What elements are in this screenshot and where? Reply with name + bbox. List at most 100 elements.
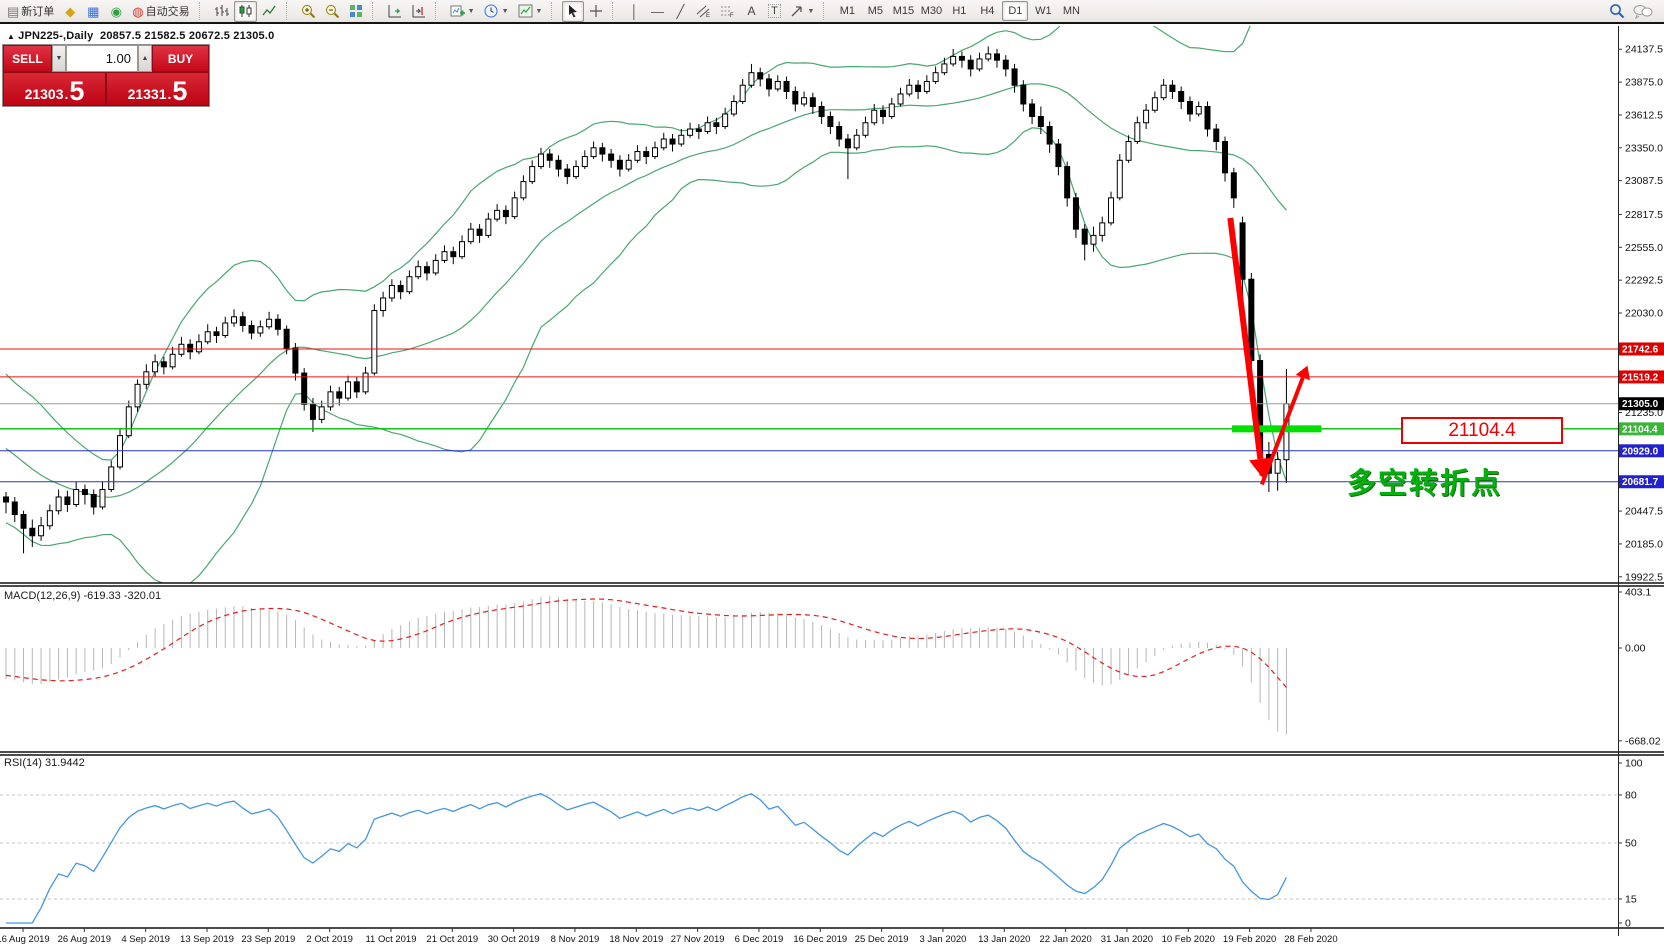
templates-button[interactable]: ▼ xyxy=(514,1,547,22)
gold-diamond-icon: ◆ xyxy=(65,5,75,18)
tile-windows-icon xyxy=(349,4,363,18)
metaquotes-button[interactable]: ◆ xyxy=(59,1,81,22)
arrows-tool-button[interactable]: ▼ xyxy=(786,1,818,22)
horizontal-line-tool-button[interactable]: — xyxy=(646,1,668,22)
crosshair-tool-button[interactable] xyxy=(585,1,607,22)
svg-text:21742.6: 21742.6 xyxy=(1622,344,1659,355)
svg-text:E: E xyxy=(706,13,710,18)
svg-text:3 Jan 2020: 3 Jan 2020 xyxy=(919,934,966,944)
svg-text:30 Oct 2019: 30 Oct 2019 xyxy=(488,934,540,944)
svg-text:28 Feb 2020: 28 Feb 2020 xyxy=(1284,934,1337,944)
zoom-out-button[interactable] xyxy=(321,1,344,22)
svg-text:19 Feb 2020: 19 Feb 2020 xyxy=(1223,934,1276,944)
trendline-tool-button[interactable]: ╱ xyxy=(669,1,691,22)
macd-indicator-label: MACD(12,26,9) -619.33 -320.01 xyxy=(4,590,161,602)
vertical-line-icon: │ xyxy=(630,5,638,18)
svg-text:22817.5: 22817.5 xyxy=(1625,209,1663,221)
bar-chart-button[interactable] xyxy=(210,1,233,22)
search-icon[interactable] xyxy=(1609,3,1625,19)
toolbar-separator xyxy=(551,2,558,20)
channel-tool-button[interactable]: E xyxy=(692,1,715,22)
data-window-button[interactable]: ▦ xyxy=(82,1,104,22)
svg-text:0: 0 xyxy=(1625,918,1631,930)
cursor-tool-button[interactable] xyxy=(562,1,584,22)
svg-text:31 Jan 2020: 31 Jan 2020 xyxy=(1101,934,1153,944)
dropdown-caret-icon: ▼ xyxy=(807,8,814,15)
label-tool-icon: T xyxy=(768,4,781,18)
zoom-in-button[interactable] xyxy=(297,1,320,22)
sound-button[interactable]: ◉ xyxy=(105,1,127,22)
volume-decrease-button[interactable]: ▼ xyxy=(52,45,66,72)
line-chart-button[interactable] xyxy=(258,1,281,22)
toolbar-right-group xyxy=(1609,3,1661,19)
rsi-line xyxy=(6,794,1286,923)
text-tool-icon: A xyxy=(747,4,755,18)
ask-price-display[interactable]: 21331.5 xyxy=(106,72,209,106)
timeframe-button-h1[interactable]: H1 xyxy=(946,1,972,21)
equidistant-channel-icon: E xyxy=(696,4,711,18)
turning-point-note[interactable]: 多空转折点 xyxy=(1347,460,1502,502)
buy-button[interactable]: BUY xyxy=(152,45,209,72)
svg-text:403.1: 403.1 xyxy=(1625,586,1651,598)
timeframe-button-h4[interactable]: H4 xyxy=(974,1,1000,21)
candlestick-chart-button[interactable] xyxy=(234,1,257,22)
periods-button[interactable]: ▼ xyxy=(480,1,513,22)
label-tool-button[interactable]: T xyxy=(763,1,785,22)
bid-price-pips: 5 xyxy=(69,81,84,103)
timeframe-button-m30[interactable]: M30 xyxy=(918,1,944,21)
volume-increase-button[interactable]: ▲ xyxy=(138,45,152,72)
toolbar-separator xyxy=(372,2,379,20)
vertical-line-tool-button[interactable]: │ xyxy=(623,1,645,22)
zoom-out-icon xyxy=(325,4,340,19)
trendline-icon: ╱ xyxy=(677,5,685,18)
chart-symbol-header: ▲JPN225-,Daily 20857.5 21582.5 20672.5 2… xyxy=(7,30,274,42)
auto-scroll-button[interactable] xyxy=(383,1,406,22)
text-tool-button[interactable]: A xyxy=(740,1,762,22)
svg-text:-668.02: -668.02 xyxy=(1625,735,1661,747)
clock-icon xyxy=(484,4,499,19)
fibonacci-tool-button[interactable]: F xyxy=(716,1,739,22)
timeframe-button-m5[interactable]: M5 xyxy=(862,1,888,21)
svg-text:0.00: 0.00 xyxy=(1625,643,1646,655)
dropdown-caret-icon: ▼ xyxy=(502,8,509,15)
rsi-indicator-label: RSI(14) 31.9442 xyxy=(4,757,85,769)
svg-text:100: 100 xyxy=(1625,758,1643,770)
timeframe-button-m1[interactable]: M1 xyxy=(834,1,860,21)
arrows-icon xyxy=(790,5,804,18)
sell-button[interactable]: SELL xyxy=(3,45,52,72)
auto-trading-icon: ◍ xyxy=(132,5,143,18)
tile-windows-button[interactable] xyxy=(345,1,367,22)
timeframe-button-d1[interactable]: D1 xyxy=(1002,1,1028,21)
svg-text:16 Dec 2019: 16 Dec 2019 xyxy=(793,934,847,944)
svg-text:23612.5: 23612.5 xyxy=(1625,109,1663,121)
support-price-label[interactable]: 21104.4 xyxy=(1401,417,1563,444)
auto-trading-label: 自动交易 xyxy=(146,3,190,19)
chart-shift-button[interactable] xyxy=(407,1,430,22)
collapse-panel-icon[interactable]: ▲ xyxy=(7,32,15,41)
dropdown-caret-icon: ▼ xyxy=(536,8,543,15)
horizontal-line-icon: — xyxy=(651,5,664,18)
toolbar-separator xyxy=(612,2,619,20)
bid-price-display[interactable]: 21303.5 xyxy=(3,72,106,106)
volume-input[interactable]: 1.00 xyxy=(66,45,138,72)
chat-icon[interactable] xyxy=(1633,4,1653,19)
svg-text:20681.7: 20681.7 xyxy=(1622,477,1659,488)
chart-shift-icon xyxy=(411,4,426,18)
toolbar-separator xyxy=(435,2,442,20)
svg-text:6 Dec 2019: 6 Dec 2019 xyxy=(735,934,784,944)
timeframe-button-mn[interactable]: MN xyxy=(1058,1,1084,21)
auto-trading-button[interactable]: ◍ 自动交易 xyxy=(128,1,193,22)
new-chart-button[interactable]: ▼ xyxy=(446,1,479,22)
support-highlight-bar[interactable] xyxy=(1232,425,1321,432)
svg-text:F: F xyxy=(730,13,734,18)
svg-text:13 Sep 2019: 13 Sep 2019 xyxy=(180,934,234,944)
new-order-label: 新订单 xyxy=(21,3,54,19)
dropdown-caret-icon: ▼ xyxy=(468,8,475,15)
date-axis[interactable]: 16 Aug 201926 Aug 20194 Sep 201913 Sep 2… xyxy=(0,928,1338,944)
timeframe-button-m15[interactable]: M15 xyxy=(890,1,916,21)
auto-scroll-icon xyxy=(387,4,402,18)
timeframe-button-w1[interactable]: W1 xyxy=(1030,1,1056,21)
svg-text:18 Nov 2019: 18 Nov 2019 xyxy=(609,934,663,944)
svg-text:20447.5: 20447.5 xyxy=(1625,506,1663,518)
new-order-button[interactable]: ▤ 新订单 xyxy=(3,1,58,22)
